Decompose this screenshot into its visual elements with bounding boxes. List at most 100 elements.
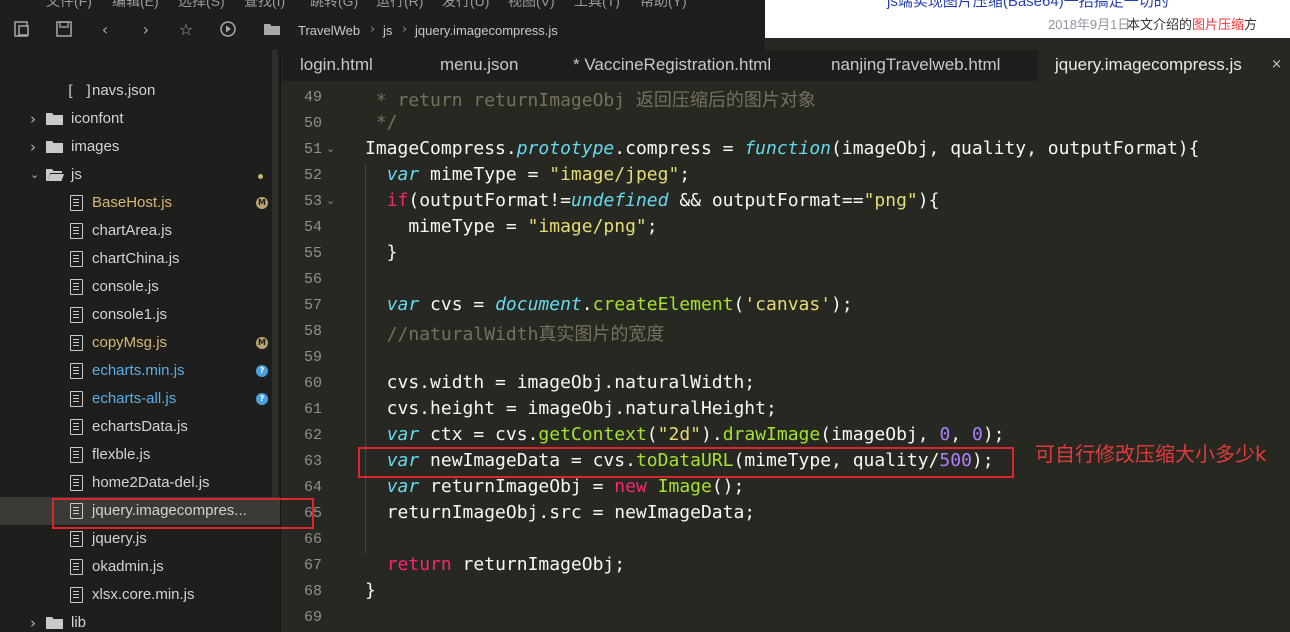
fold-icon[interactable]: ⌄ xyxy=(326,142,335,155)
chevron-right-icon[interactable]: › xyxy=(30,105,36,133)
line-number: 51 xyxy=(303,141,322,158)
code-line[interactable]: */ xyxy=(365,112,398,133)
code-line[interactable]: returnImageObj.src = newImageData; xyxy=(365,502,755,523)
tab-nanjing-travelweb[interactable]: nanjingTravelweb.html xyxy=(814,50,1038,81)
chevron-right-icon[interactable]: › xyxy=(30,133,36,161)
folder-icon xyxy=(46,617,63,629)
tree-item-label: jquery.js xyxy=(92,530,147,547)
file-icon xyxy=(70,279,83,295)
tab-vaccine-registration[interactable]: * VaccineRegistration.html xyxy=(556,50,814,81)
code-token: 0 xyxy=(939,424,951,445)
tab-jquery-imagecompress[interactable]: jquery.imagecompress.js × xyxy=(1038,50,1290,81)
tree-item[interactable]: copyMsg.js M xyxy=(0,329,280,357)
file-icon xyxy=(70,391,83,407)
tree-item[interactable]: echartsData.js xyxy=(0,413,280,441)
tree-item[interactable]: chartChina.js xyxy=(0,245,280,273)
menu-item-find[interactable]: 查找(I) xyxy=(244,0,285,10)
tree-item[interactable]: chartArea.js xyxy=(0,217,280,245)
code-line[interactable]: if(outputFormat!=undefined && outputForm… xyxy=(365,190,940,211)
tree-item-label: chartArea.js xyxy=(92,222,173,239)
save-icon[interactable] xyxy=(54,20,74,40)
line-number: 53 xyxy=(303,193,322,210)
tree-item[interactable]: › iconfont xyxy=(0,105,280,133)
menu-item-edit[interactable]: 编辑(E) xyxy=(112,0,159,10)
tree-item[interactable]: xlsx.core.min.js xyxy=(0,581,280,609)
menu-item-select[interactable]: 选择(S) xyxy=(178,0,225,10)
line-number: 67 xyxy=(303,557,322,574)
menu-item-publish[interactable]: 发行(U) xyxy=(442,0,489,10)
code-token: } xyxy=(365,242,398,263)
breadcrumb-file[interactable]: jquery.imagecompress.js xyxy=(415,23,558,38)
code-line[interactable]: * return returnImageObj 返回压缩后的图片对象 xyxy=(365,86,816,112)
menu-item-view[interactable]: 视图(V) xyxy=(508,0,555,10)
tree-item-label: echarts-all.js xyxy=(92,390,177,407)
code-token: undefined xyxy=(570,190,669,211)
menu-item-help[interactable]: 帮助(Y) xyxy=(640,0,687,10)
code-line[interactable]: var returnImageObj = new Image(); xyxy=(365,476,745,497)
code-line[interactable]: var mimeType = "image/jpeg"; xyxy=(365,164,690,185)
fold-icon[interactable]: ⌄ xyxy=(326,194,335,207)
tree-item[interactable]: console1.js xyxy=(0,301,280,329)
code-editor[interactable]: 49 50 51 ⌄ 52 53 ⌄ 54 55 56 57 58 59 60 61 62 63 64 65 66 67… xyxy=(282,81,1290,632)
code-line[interactable]: var ctx = cvs.getContext("2d").drawImage… xyxy=(365,424,1005,445)
new-file-icon[interactable] xyxy=(12,20,32,40)
code-line[interactable]: } xyxy=(365,580,376,601)
tree-item-label: console1.js xyxy=(92,306,168,323)
search-result-title[interactable]: js端实现图片压缩(Base64)一招搞定一切的 xyxy=(887,0,1169,11)
tree-item[interactable]: okadmin.js xyxy=(0,553,280,581)
run-icon[interactable] xyxy=(218,20,238,40)
snippet-text-end: 方 xyxy=(1244,17,1258,32)
code-line[interactable]: cvs.width = imageObj.naturalWidth; xyxy=(365,372,755,393)
menu-item-file[interactable]: 文件(F) xyxy=(46,0,92,10)
tab-label: login.html xyxy=(300,55,373,74)
tree-item[interactable]: home2Data-del.js xyxy=(0,469,280,497)
tab-menu-json[interactable]: menu.json xyxy=(422,50,556,81)
code-line[interactable]: var cvs = document.createElement('canvas… xyxy=(365,294,853,315)
breadcrumb-folder[interactable]: js xyxy=(383,23,392,38)
highlight-box-file xyxy=(52,498,314,529)
code-line[interactable]: //naturalWidth真实图片的宽度 xyxy=(365,320,665,346)
breadcrumb-project[interactable]: TravelWeb xyxy=(298,23,360,38)
code-line[interactable]: ImageCompress.prototype.compress = funct… xyxy=(365,138,1199,159)
code-line[interactable]: mimeType = "image/png"; xyxy=(365,216,657,237)
menu-item-run[interactable]: 运行(R) xyxy=(376,0,423,10)
search-result-snippet: 本文介绍的图片压缩方 xyxy=(1127,14,1257,33)
code-line[interactable]: return returnImageObj; xyxy=(365,554,625,575)
snippet-highlight: 图片压缩 xyxy=(1192,17,1245,32)
code-token: (outputFormat!= xyxy=(408,190,571,211)
tree-item[interactable]: echarts-all.js? xyxy=(0,385,280,413)
chevron-right-icon[interactable]: › xyxy=(30,609,36,632)
code-token: cvs.width = imageObj.naturalWidth; xyxy=(365,372,756,393)
menu-item-tools[interactable]: 工具(T) xyxy=(574,0,620,10)
line-number: 59 xyxy=(303,349,322,366)
tab-login-html[interactable]: login.html xyxy=(282,50,422,81)
search-result-date: 2018年9月1日 xyxy=(1048,17,1131,32)
tree-item[interactable]: console.js xyxy=(0,273,280,301)
untracked-badge: ? xyxy=(256,393,268,405)
tree-item[interactable]: jquery.js xyxy=(0,525,280,553)
tree-item[interactable]: BaseHost.js M xyxy=(0,189,280,217)
code-line[interactable]: } xyxy=(365,242,398,263)
file-icon xyxy=(70,531,83,547)
tree-item-label: iconfont xyxy=(71,110,124,127)
tree-item[interactable]: flexble.js xyxy=(0,441,280,469)
tree-item[interactable]: ⌄ js xyxy=(0,161,280,189)
code-token: (); xyxy=(711,476,745,497)
forward-icon[interactable]: › xyxy=(136,20,156,40)
tab-label: nanjingTravelweb.html xyxy=(831,55,1001,74)
code-token: . xyxy=(581,294,593,315)
tree-item[interactable]: [ ] navs.json xyxy=(0,77,280,105)
tree-item[interactable]: › images xyxy=(0,133,280,161)
star-icon[interactable]: ☆ xyxy=(176,20,196,40)
code-token: document xyxy=(495,294,582,315)
code-line[interactable]: cvs.height = imageObj.naturalHeight; xyxy=(365,398,777,419)
tree-item[interactable]: echarts.min.js? xyxy=(0,357,280,385)
back-icon[interactable]: ‹ xyxy=(95,20,115,40)
close-icon[interactable]: × xyxy=(1271,50,1282,79)
code-token: createElement xyxy=(592,294,734,315)
menu-item-goto[interactable]: 跳转(G) xyxy=(310,0,358,10)
folder-open-icon xyxy=(46,169,64,181)
tree-item[interactable]: › lib xyxy=(0,609,280,632)
chevron-down-icon[interactable]: ⌄ xyxy=(30,161,39,189)
